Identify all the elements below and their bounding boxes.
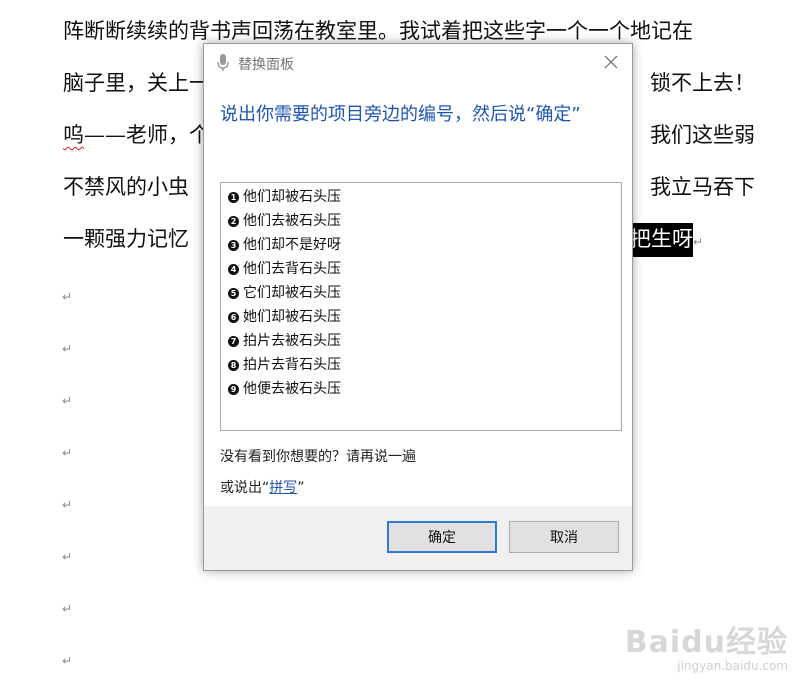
candidate-list[interactable]: 1 他们却被石头压 2 他们去被石头压 3 他们却不是好呀 4 他们去背石头压 5 它们却被石头压… [220, 182, 622, 431]
dialog-title: 替换面板 [238, 57, 294, 73]
doc-line-3: 呜——老师，个 [63, 123, 210, 147]
selected-text[interactable]: 把生呀↵ [630, 223, 703, 257]
list-item[interactable]: 7 拍片去被石头压 [221, 329, 621, 353]
paragraph-mark: ↵ [62, 290, 73, 304]
item-number-badge: 5 [228, 288, 239, 299]
list-item[interactable]: 9 他便去被石头压 [221, 377, 621, 401]
spell-link[interactable]: 拼写 [269, 480, 297, 496]
retry-hint: 没有看到你想要的？请再说一遍 [220, 449, 416, 465]
item-number-badge: 1 [228, 192, 239, 203]
dialog-footer: 确定 取消 [204, 506, 632, 570]
item-number-badge: 9 [228, 384, 239, 395]
doc-line-3-tail: 我们这些弱 [650, 123, 755, 147]
doc-line-2-tail: 锁不上去！ [650, 71, 755, 95]
item-label: 他们却不是好呀 [243, 237, 341, 253]
watermark-logo: Baidu经验 [624, 625, 788, 660]
item-number-badge: 4 [228, 264, 239, 275]
item-label: 他们去背石头压 [243, 261, 341, 277]
spell-hint: 或说出“拼写” [220, 480, 305, 496]
item-label: 拍片去被石头压 [243, 333, 341, 349]
dialog-titlebar[interactable]: 替换面板 [204, 44, 632, 82]
paragraph-mark: ↵ [62, 342, 73, 356]
list-item[interactable]: 8 拍片去背石头压 [221, 353, 621, 377]
list-item[interactable]: 3 他们却不是好呀 [221, 233, 621, 257]
close-icon[interactable] [604, 55, 618, 69]
doc-line-2: 脑子里，关上一 [63, 71, 210, 95]
item-label: 它们却被石头压 [243, 285, 341, 301]
ok-button[interactable]: 确定 [387, 521, 497, 553]
paragraph-mark: ↵ [62, 602, 73, 616]
doc-line-4: 不禁风的小虫 [63, 175, 189, 199]
item-number-badge: 8 [228, 360, 239, 371]
doc-line-5: 一颗强力记忆 [63, 227, 189, 251]
microphone-icon [217, 54, 229, 71]
item-label: 他们却被石头压 [243, 189, 341, 205]
cancel-button[interactable]: 取消 [509, 521, 619, 553]
instruction-text: 说出你需要的项目旁边的编号，然后说“确定” [220, 104, 581, 125]
paragraph-mark: ↵ [62, 394, 73, 408]
item-label: 拍片去背石头压 [243, 357, 341, 373]
replace-panel-dialog: 替换面板 说出你需要的项目旁边的编号，然后说“确定” 1 他们却被石头压 2 他们去被… [203, 43, 633, 571]
list-item[interactable]: 4 他们去背石头压 [221, 257, 621, 281]
list-item[interactable]: 1 他们却被石头压 [221, 185, 621, 209]
list-item[interactable]: 5 它们却被石头压 [221, 281, 621, 305]
item-number-badge: 3 [228, 240, 239, 251]
paragraph-mark: ↵ [62, 550, 73, 564]
paragraph-mark: ↵ [62, 498, 73, 512]
item-number-badge: 2 [228, 216, 239, 227]
doc-line-1: 阵断断续续的背书声回荡在教室里。我试着把这些字一个一个地记在 [63, 19, 693, 43]
paragraph-mark: ↵ [62, 654, 73, 668]
doc-line-4-tail: 我立马吞下 [650, 175, 755, 199]
baidu-watermark: Baidu经验 jingyan.baidu.com [625, 617, 788, 673]
list-item[interactable]: 6 她们却被石头压 [221, 305, 621, 329]
watermark-url: jingyan.baidu.com [677, 659, 788, 673]
item-number-badge: 7 [228, 336, 239, 347]
paragraph-mark: ↵ [62, 446, 73, 460]
item-label: 他便去被石头压 [243, 381, 341, 397]
spelling-squiggle: 呜 [63, 123, 84, 147]
item-number-badge: 6 [228, 312, 239, 323]
item-label: 她们却被石头压 [243, 309, 341, 325]
list-item[interactable]: 2 他们去被石头压 [221, 209, 621, 233]
item-label: 他们去被石头压 [243, 213, 341, 229]
